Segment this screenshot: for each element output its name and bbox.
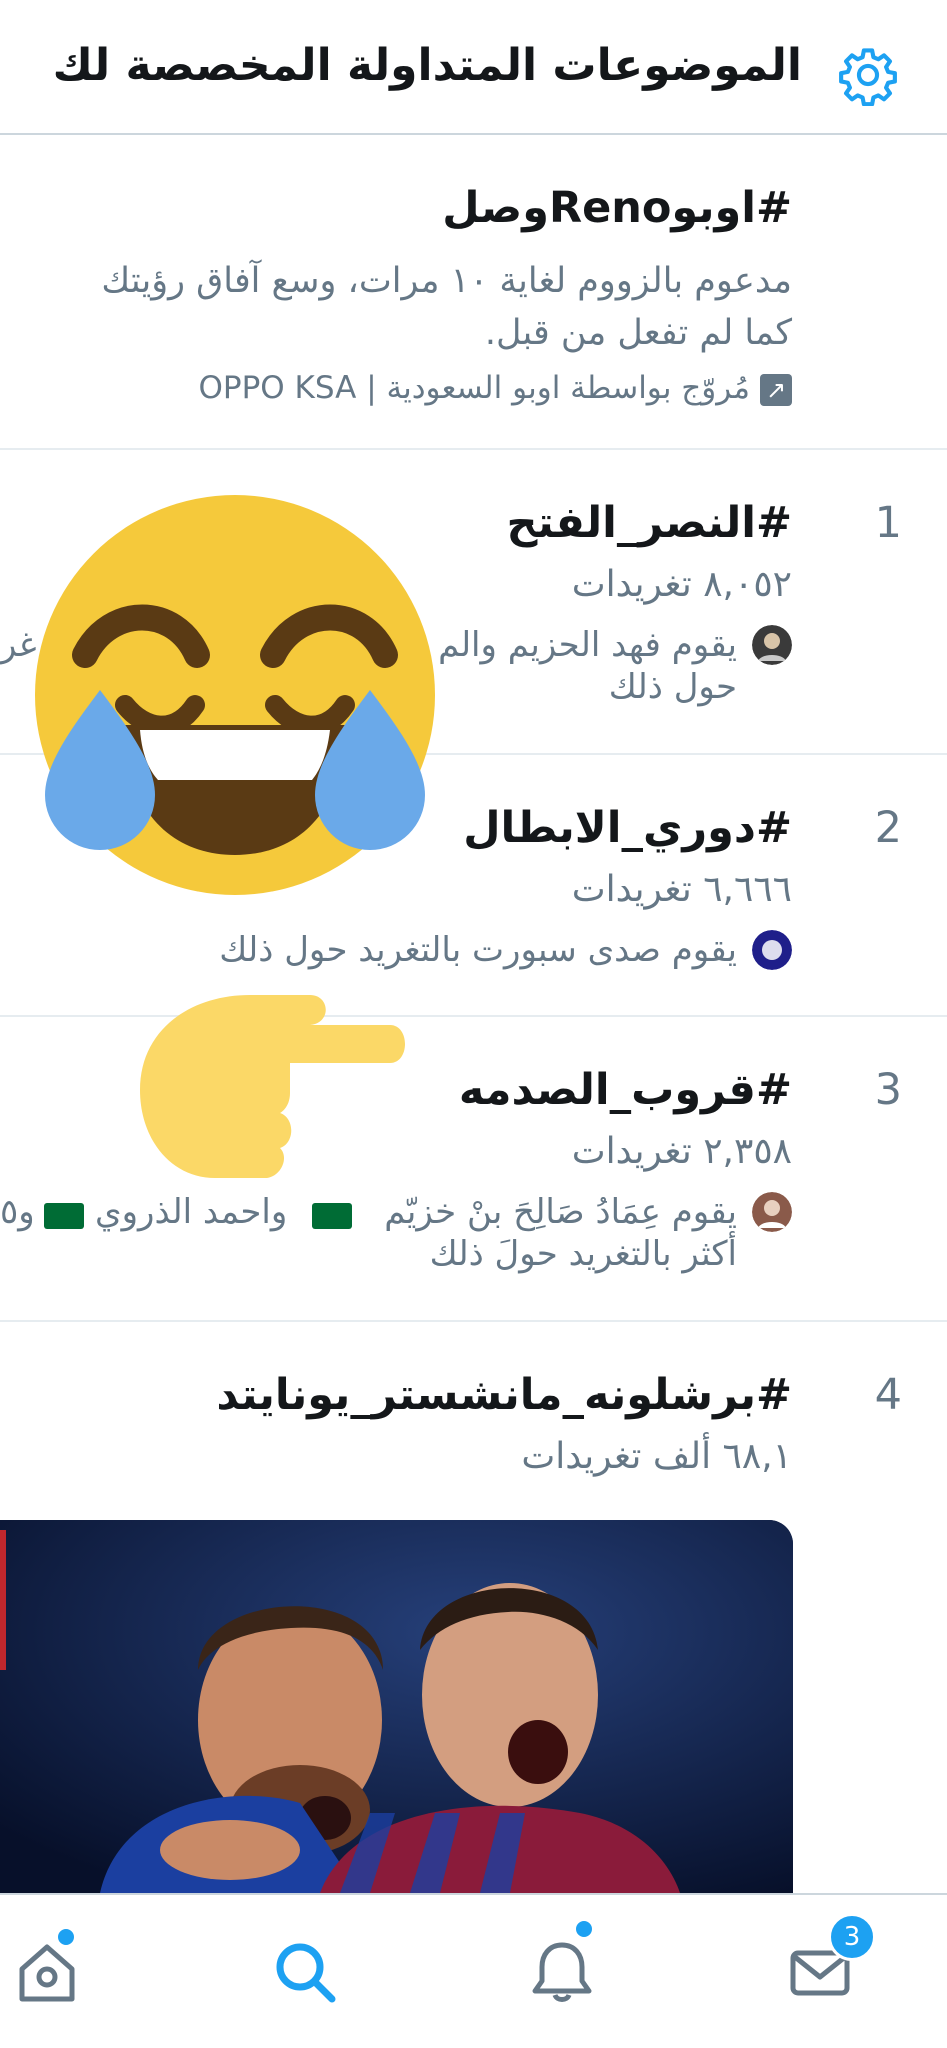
promoted-by: ↗ مُروّج بواسطة اوبو السعودية | OPPO KSA (198, 363, 792, 413)
promoted-description-line1: مدعوم بالزووم لغاية ١٠ مرات، وسع آفاق رؤ… (101, 261, 792, 301)
trend-description-line2: أكثر بالتغريد حولَ ذلك (429, 1234, 737, 1274)
saudi-flag-icon (44, 1203, 84, 1229)
promoted-by-label: مُروّج بواسطة اوبو السعودية | OPPO KSA (198, 370, 751, 406)
search-icon[interactable] (270, 1937, 340, 2007)
trend-hashtag[interactable]: #قروب_الصدمه (459, 1065, 792, 1115)
promoted-icon: ↗ (760, 373, 792, 406)
bottom-nav: 3 (0, 1893, 947, 2048)
trend-rank: 1 (874, 498, 902, 548)
trend-count: ٦٨,١ ألف تغريدات (521, 1436, 792, 1477)
avatar (752, 1192, 792, 1232)
laughing-emoji (35, 495, 435, 895)
trend-count: ٢,٣٥٨ تغريدات (571, 1131, 792, 1172)
gear-icon[interactable] (837, 44, 899, 106)
trend-hashtag[interactable]: #برشلونه_مانشستر_يونايتد (216, 1370, 792, 1420)
football-players-photo (0, 1520, 793, 1893)
trend-description-line2: حول ذلك (608, 667, 737, 707)
promoted-description-line2: كما لم تفعل من قبل. (484, 313, 792, 353)
pointing-hand-emoji (140, 995, 405, 1178)
avatar (752, 625, 792, 665)
promoted-trend[interactable]: #اوبوRenoوصل مدعوم بالزووم لغاية ١٠ مرات… (0, 135, 947, 450)
page-title: الموضوعات المتداولة المخصصة لك (52, 40, 802, 91)
trend-hashtag[interactable]: #دوري_الابطال (463, 803, 792, 853)
trend-rank: 2 (874, 803, 902, 853)
trend-count: ٨,٠٥٢ تغريدات (571, 564, 792, 605)
promoted-hashtag[interactable]: #اوبوRenoوصل (442, 183, 792, 233)
trend-description-edge: و٥ (0, 1192, 35, 1232)
saudi-flag-icon (312, 1203, 352, 1229)
trend-rank: 4 (874, 1370, 902, 1420)
avatar (752, 930, 792, 970)
home-icon[interactable] (12, 1937, 82, 2007)
trend-count: ٦,٦٦٦ تغريدات (571, 869, 792, 910)
trend-description-line1: يقوم صدى سبورت بالتغريد حول ذلك (219, 930, 737, 970)
trend-rank: 3 (874, 1065, 902, 1115)
bell-icon[interactable] (527, 1937, 597, 2007)
trend-hashtag[interactable]: #النصر_الفتح (507, 498, 792, 548)
home-notification-dot (56, 1927, 76, 1947)
header: الموضوعات المتداولة المخصصة لك (0, 0, 947, 135)
messages-badge: 3 (828, 1913, 876, 1961)
trend-media-image[interactable] (0, 1520, 793, 1893)
notifications-dot (574, 1919, 594, 1939)
